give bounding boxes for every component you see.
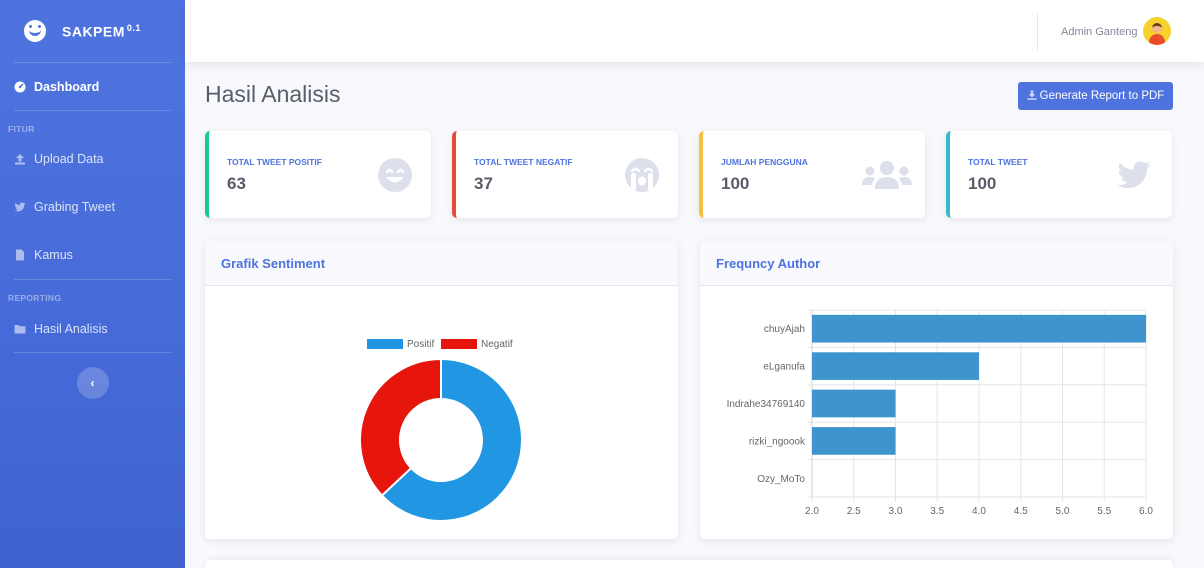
stat-value: 37	[474, 174, 493, 193]
bar-chuyAjah[interactable]	[812, 314, 1146, 343]
topbar-divider	[1037, 14, 1038, 50]
sidebar-heading: REPORTING	[8, 293, 62, 303]
y-tick-label: eLganufa	[763, 362, 805, 373]
sidebar-heading: FITUR	[8, 124, 35, 134]
tachometer-icon	[14, 81, 26, 93]
file-icon	[14, 249, 26, 261]
stat-value: 63	[227, 174, 246, 193]
sidebar-item-hasil-analisis[interactable]: Hasil Analisis	[0, 312, 185, 346]
stat-card-positif: TOTAL TWEET POSITIF 63	[205, 131, 431, 218]
stat-value: 100	[721, 174, 750, 193]
avatar-body	[1149, 34, 1165, 45]
twitter-icon	[14, 201, 26, 213]
topbar: Admin Ganteng	[185, 0, 1204, 62]
sidebar-item-label: Grabing Tweet	[34, 200, 116, 214]
avatar-head	[1152, 23, 1162, 33]
stat-value: 100	[968, 174, 997, 193]
bar-Indrahe34769140[interactable]	[812, 389, 896, 418]
bar-rizki_ngoook[interactable]	[812, 427, 896, 455]
sidebar-item-label: Kamus	[34, 248, 73, 262]
generate-report-button[interactable]: Generate Report to PDF	[1018, 82, 1173, 110]
y-tick-label: Indrahe34769140	[727, 399, 806, 410]
twitter-icon	[1117, 161, 1151, 189]
download-icon	[1027, 89, 1037, 103]
stat-label: TOTAL TWEET NEGATIF	[474, 157, 573, 167]
x-tick-label: 6.0	[1139, 506, 1153, 517]
generate-report-label: Generate Report to PDF	[1039, 90, 1165, 102]
brand-version: 0.1	[126, 22, 141, 33]
folder-icon	[14, 323, 26, 335]
sidebar-item-label: Dashboard	[34, 79, 100, 94]
sidebar-toggle-button[interactable]: ‹	[76, 367, 109, 399]
bottom-card	[205, 560, 1173, 568]
x-tick-label: 3.0	[889, 506, 903, 517]
y-tick-label: rizki_ngoook	[749, 436, 806, 447]
brand[interactable]: SAKPEM 0.1	[0, 0, 185, 62]
y-tick-label: Ozy_MoTo	[757, 474, 805, 485]
sidebar-item-label: Upload Data	[34, 152, 104, 166]
x-tick-label: 4.5	[1014, 506, 1028, 517]
brand-name: SAKPEM 0.1	[62, 22, 141, 40]
sidebar-item-label: Hasil Analisis	[34, 322, 108, 336]
stat-label: JUMLAH PENGGUNA	[721, 157, 808, 167]
users-icon	[862, 161, 912, 189]
x-tick-label: 3.5	[930, 506, 944, 517]
sidebar-heading-reporting: REPORTING	[0, 280, 185, 316]
x-tick-label: 5.5	[1097, 506, 1111, 517]
sidebar-item-dashboard[interactable]: Dashboard	[0, 63, 185, 110]
stat-card-pengguna: JUMLAH PENGGUNA 100	[699, 131, 925, 218]
x-tick-label: 2.0	[805, 506, 819, 517]
author-bar-chart: 2.0 2.5 3.0 3.5 4.0 4.5 5.0 5.5 6.0 chuyAjah eLgan…	[727, 309, 1153, 517]
upload-icon	[14, 153, 26, 165]
sentiment-panel: Grafik Sentiment Positif Negatif	[205, 241, 678, 539]
sentiment-donut-chart	[359, 357, 523, 522]
stat-card-total-tweet: TOTAL TWEET 100	[946, 131, 1172, 218]
sidebar-item-upload-data[interactable]: Upload Data	[0, 135, 185, 183]
bar-eLganufa[interactable]	[812, 352, 979, 380]
user-name[interactable]: Admin Ganteng	[1061, 26, 1137, 38]
sidebar: SAKPEM 0.1 Dashboard FITUR Upload Data Gr…	[0, 0, 185, 568]
x-tick-label: 4.0	[972, 506, 986, 517]
stat-label: TOTAL TWEET	[968, 157, 1028, 167]
avatar[interactable]	[1143, 17, 1171, 45]
chevron-left-icon: ‹	[90, 376, 95, 390]
stat-label: TOTAL TWEET POSITIF	[227, 157, 322, 167]
x-tick-label: 5.0	[1056, 506, 1070, 517]
stat-card-negatif: TOTAL TWEET NEGATIF 37	[452, 131, 678, 218]
sidebar-divider	[14, 352, 171, 353]
laugh-wink-icon	[24, 20, 46, 42]
x-tick-label: 2.5	[847, 506, 861, 517]
donut-slice-negatif[interactable]	[359, 357, 442, 497]
sidebar-item-kamus[interactable]: Kamus	[0, 231, 185, 279]
author-panel: Frequncy Author 2.0 2.5 3.0 3.5 4.0 4.5 5.0 5.5…	[700, 241, 1173, 539]
smile-icon	[378, 158, 412, 192]
y-tick-label: chuyAjah	[764, 324, 805, 335]
page-title: Hasil Analisis	[205, 81, 341, 107]
sad-tear-icon	[625, 158, 659, 192]
sidebar-item-grabing-tweet[interactable]: Grabing Tweet	[0, 183, 185, 231]
